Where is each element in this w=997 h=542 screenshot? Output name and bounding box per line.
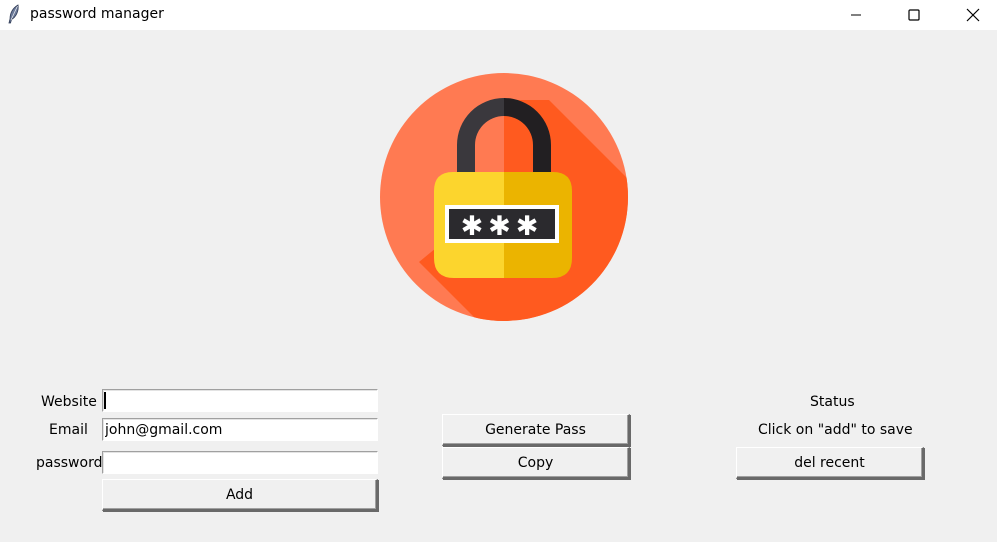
maximize-icon: [908, 9, 920, 21]
status-message: Click on "add" to save: [758, 422, 913, 438]
add-button[interactable]: Add: [102, 479, 378, 511]
copy-button[interactable]: Copy: [442, 447, 630, 479]
password-label: password: [36, 455, 103, 471]
maximize-button[interactable]: [891, 0, 937, 30]
window-title: password manager: [30, 6, 164, 22]
close-button[interactable]: [950, 0, 996, 30]
generate-pass-button[interactable]: Generate Pass: [442, 414, 630, 446]
status-title: Status: [810, 394, 855, 410]
del-recent-button[interactable]: del recent: [736, 447, 924, 479]
text-caret: [104, 392, 106, 409]
website-label: Website: [41, 394, 97, 410]
title-bar: password manager: [0, 0, 997, 30]
email-label: Email: [49, 422, 88, 438]
website-input[interactable]: [102, 389, 378, 412]
padlock-icon: ✱✱✱: [380, 73, 628, 321]
email-input[interactable]: [102, 418, 378, 441]
feather-icon: [8, 4, 19, 24]
minimize-button[interactable]: [833, 0, 879, 30]
close-icon: [966, 8, 980, 22]
minimize-icon: [851, 14, 861, 16]
password-mask: ✱✱✱: [461, 211, 544, 242]
app-window: password manager ✱✱✱ Website Email passw…: [0, 0, 997, 542]
password-input[interactable]: [102, 451, 378, 474]
